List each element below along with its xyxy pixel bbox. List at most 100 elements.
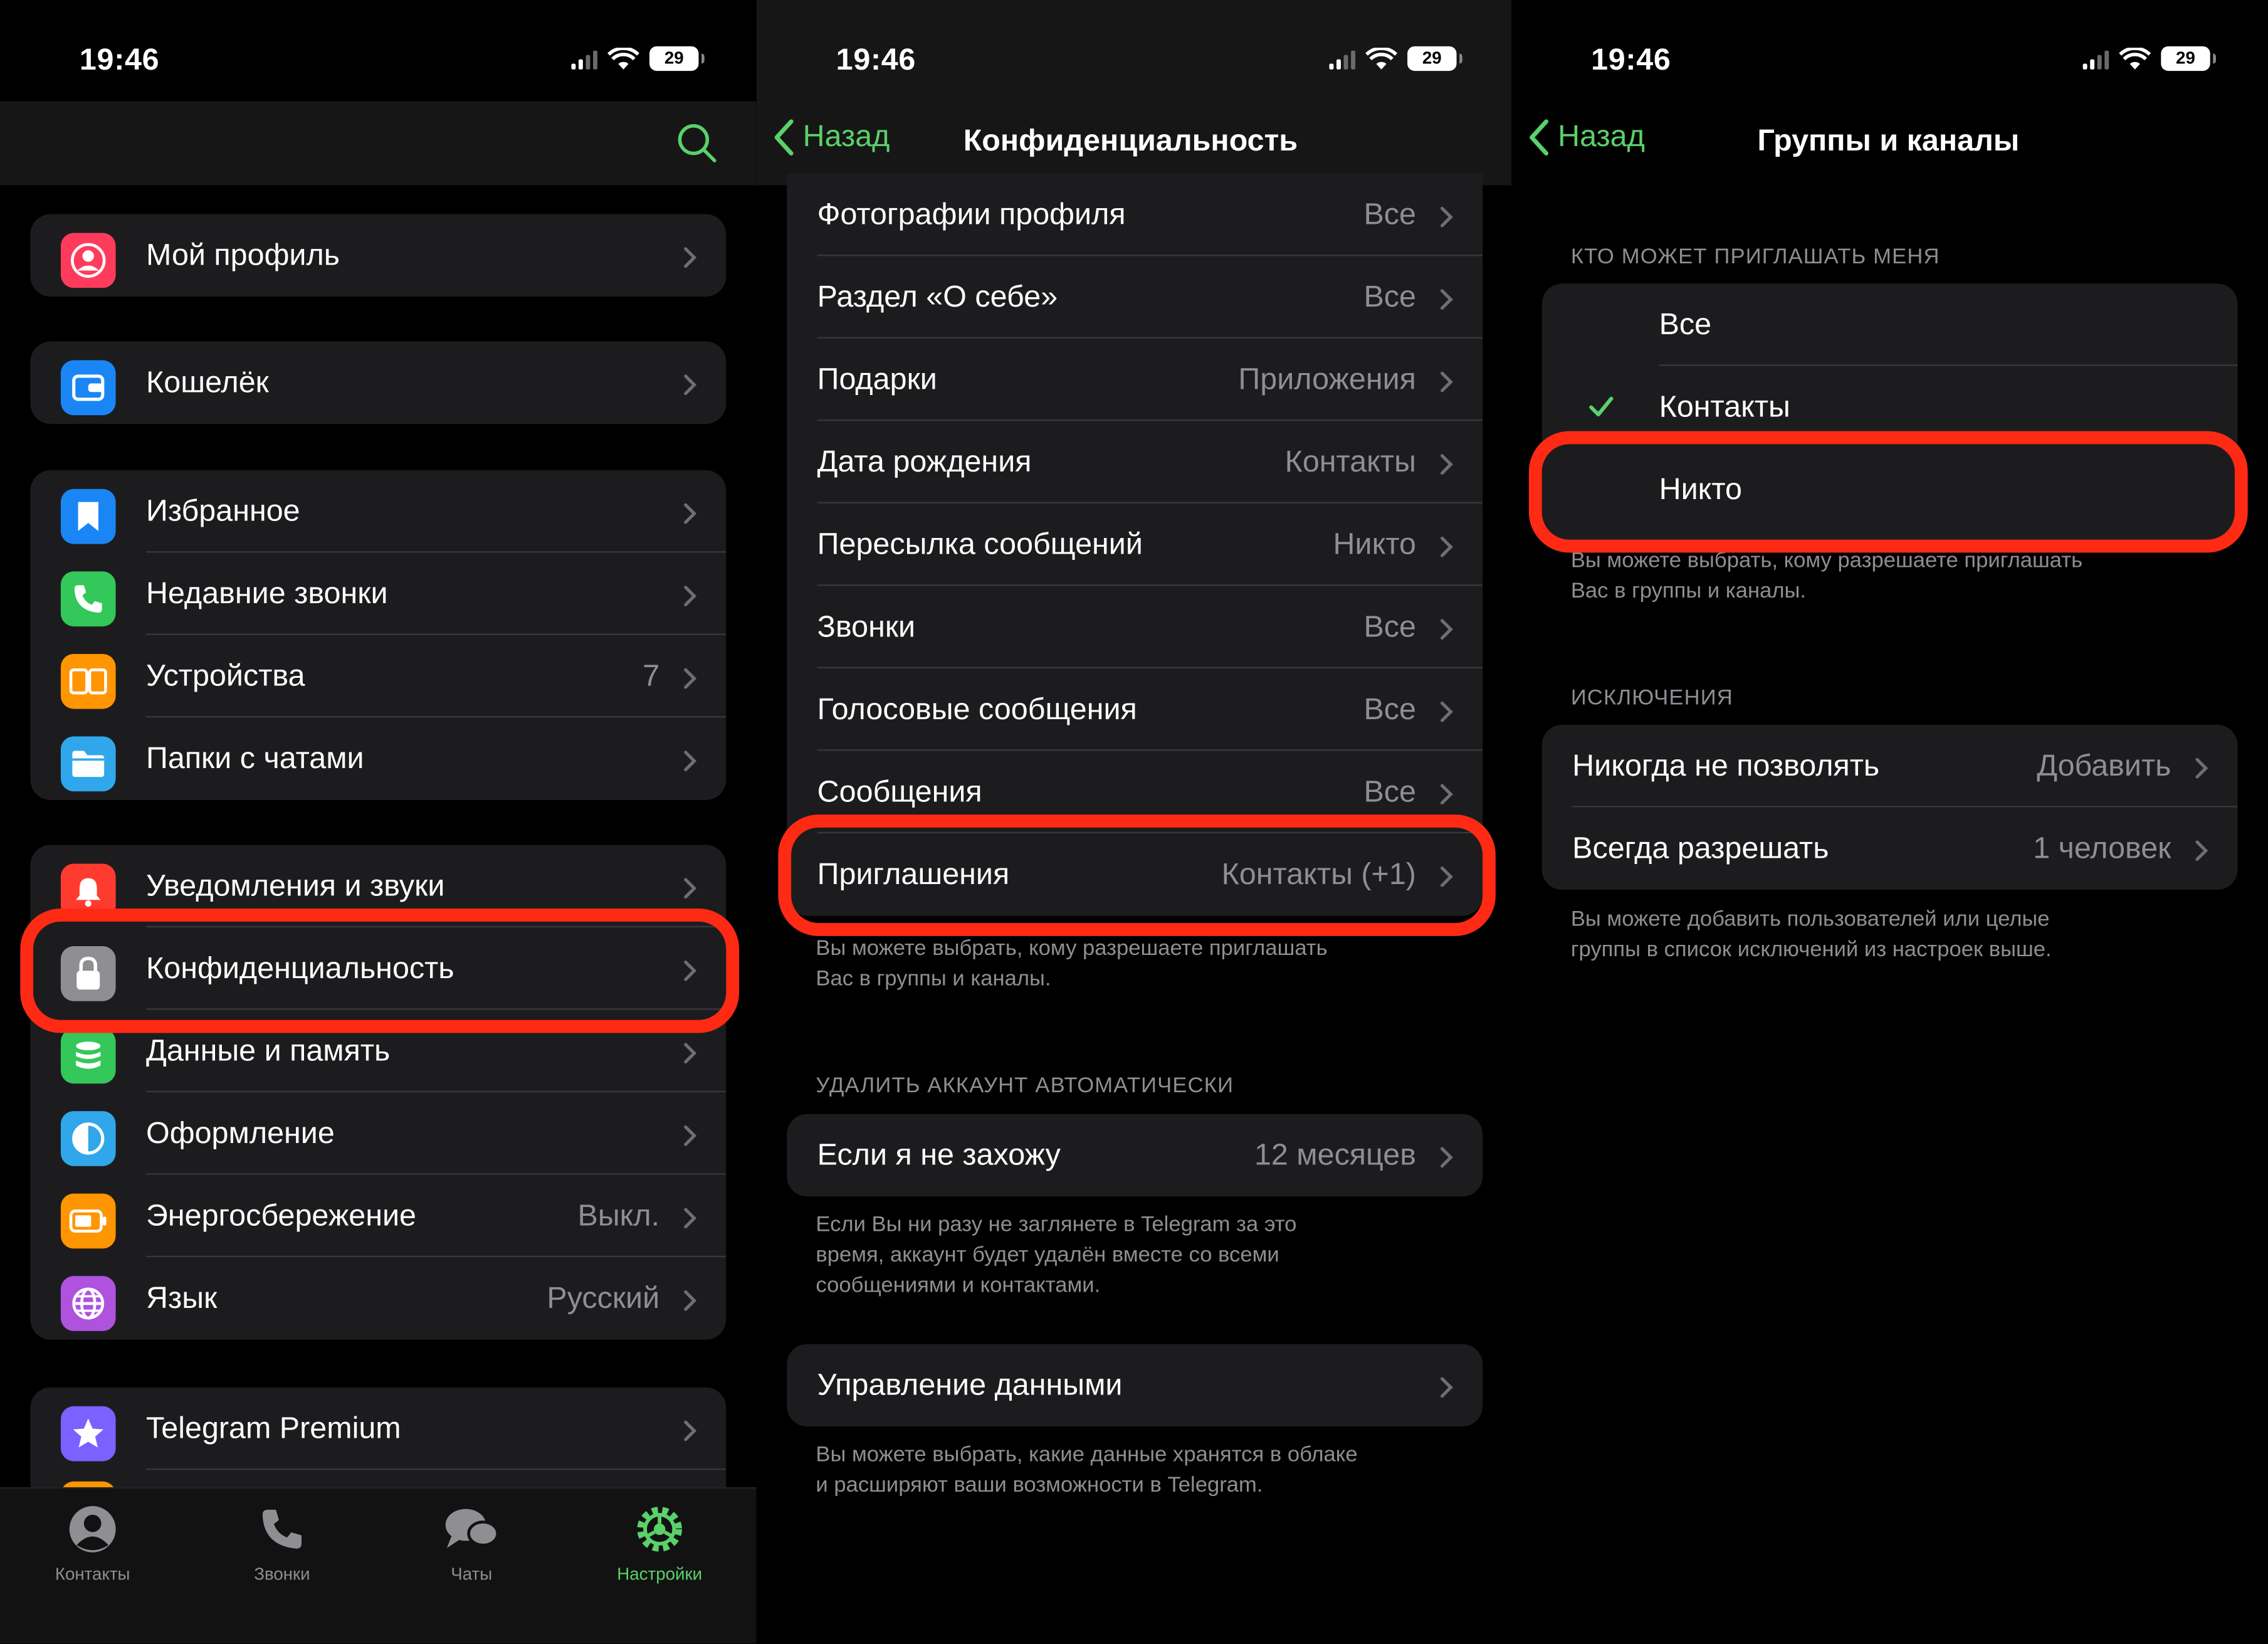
- exception-label: Никогда не позволять: [1572, 749, 1880, 782]
- privacy-row-label: Пересылка сообщений: [817, 527, 1143, 561]
- status-time: 19:46: [1591, 43, 1671, 77]
- privacy-navbar: Назад Конфиденциальность: [757, 102, 1511, 186]
- tab-contacts[interactable]: Контакты: [13, 1500, 172, 1584]
- chevron-right-icon: [1440, 1377, 1453, 1398]
- settings-item-power-saving[interactable]: Энергосбережение Выкл.: [30, 1175, 727, 1258]
- page-title: Группы и каналы: [1757, 124, 2020, 158]
- always-allow-row[interactable]: Всегда разрешать 1 человек: [1542, 808, 2238, 890]
- delete-account-group: Если я не захожу 12 месяцев: [787, 1114, 1483, 1197]
- data-management-label: Управление данными: [817, 1367, 1123, 1401]
- privacy-row-bio[interactable]: Раздел «О себе» Все: [787, 256, 1483, 339]
- chevron-right-icon: [684, 1043, 697, 1064]
- privacy-row-calls[interactable]: Звонки Все: [787, 586, 1483, 669]
- tab-settings[interactable]: Настройки: [580, 1500, 739, 1584]
- wallet-group: Кошелёк: [30, 341, 727, 424]
- privacy-row-label: Звонки: [817, 609, 916, 643]
- tab-chats[interactable]: Чаты: [392, 1500, 551, 1584]
- exceptions-footer: Вы можете добавить пользователей или цел…: [1570, 907, 2052, 962]
- privacy-row-label: Дата рождения: [817, 445, 1032, 478]
- option-nobody-label-overlay: Никто: [1659, 473, 1743, 507]
- chevron-right-icon: [1440, 784, 1453, 805]
- invites-highlight: [778, 814, 1496, 936]
- tab-bar: Контакты Звонки Чаты Настройки: [0, 1487, 757, 1644]
- folder-icon: [60, 736, 116, 792]
- status-bar: 19:46 29: [757, 0, 1511, 116]
- chevron-right-icon: [684, 247, 697, 268]
- settings-item-language[interactable]: Язык Русский: [30, 1257, 726, 1340]
- privacy-screen: 19:46 29 Назад Конфиденциальность Фотогр…: [756, 0, 1512, 1644]
- settings-item-label: Данные и память: [146, 1033, 391, 1067]
- auto-delete-row[interactable]: Если я не захожу 12 месяцев: [787, 1114, 1483, 1197]
- checkmark-icon: [1589, 396, 1614, 417]
- status-time: 19:46: [836, 43, 916, 77]
- back-button[interactable]: Назад: [774, 119, 890, 156]
- groups-channels-screen: 19:46 29 Назад Группы и каналы КТО МОЖЕТ…: [1511, 0, 2268, 1644]
- settings-item-wallet[interactable]: Кошелёк: [30, 342, 726, 424]
- battery-indicator: 29: [649, 46, 705, 71]
- auto-delete-label: Если я не захожу: [817, 1137, 1061, 1171]
- groups-navbar: Назад Группы и каналы: [1511, 102, 2268, 186]
- settings-screen: 19:46 29 Мой профиль Кошелёк Избранное Н…: [0, 0, 757, 1644]
- chevron-right-icon: [684, 503, 697, 524]
- data-management-group: Управление данными: [787, 1344, 1483, 1427]
- privacy-row-birthday[interactable]: Дата рождения Контакты: [787, 421, 1483, 503]
- back-button[interactable]: Назад: [1529, 119, 1645, 156]
- chevron-right-icon: [1440, 371, 1453, 393]
- chevron-right-icon: [684, 374, 697, 396]
- chevron-right-icon: [1440, 536, 1453, 557]
- wifi-icon: [2119, 46, 2151, 69]
- exception-label: Всегда разрешать: [1572, 831, 1829, 865]
- back-label: Назад: [802, 120, 890, 154]
- chevron-right-icon: [2195, 757, 2208, 779]
- data-management-row[interactable]: Управление данными: [787, 1344, 1483, 1427]
- invites-footer: Вы можете выбрать, кому разрешаете пригл…: [816, 935, 1328, 991]
- chevron-right-icon: [684, 878, 697, 899]
- settings-item-recent-calls[interactable]: Недавние звонки: [30, 552, 727, 635]
- privacy-row-gifts[interactable]: Подарки Приложения: [787, 339, 1483, 421]
- status-icons: 29: [2082, 46, 2216, 71]
- option-everybody[interactable]: Все: [1542, 283, 2238, 366]
- settings-item-label: Telegram Premium: [146, 1411, 401, 1445]
- nobody-highlight: [1528, 431, 2248, 553]
- signal-icon: [571, 48, 597, 69]
- chevron-right-icon: [2195, 840, 2208, 862]
- settings-item-chat-folders[interactable]: Папки с чатами: [30, 717, 726, 800]
- privacy-row-value: Все: [1363, 280, 1416, 314]
- chevron-right-icon: [1440, 289, 1453, 310]
- bookmark-icon: [60, 488, 116, 544]
- wifi-icon: [607, 46, 639, 69]
- settings-item-profile[interactable]: Мой профиль: [30, 214, 726, 297]
- settings-item-favorites[interactable]: Избранное: [30, 470, 727, 553]
- auto-delete-value: 12 месяцев: [1254, 1137, 1416, 1171]
- exceptions-header: ИСКЛЮЧЕНИЯ: [1570, 685, 1733, 710]
- chevron-right-icon: [1440, 206, 1453, 228]
- status-icons: 29: [1329, 46, 1462, 71]
- battery-indicator: 29: [1407, 46, 1462, 71]
- settings-item-premium[interactable]: Telegram Premium: [30, 1388, 727, 1470]
- privacy-row-label: Фотографии профиля: [817, 197, 1126, 231]
- privacy-row-value: Приложения: [1238, 362, 1416, 396]
- privacy-row-value: Все: [1363, 774, 1416, 808]
- never-allow-row[interactable]: Никогда не позволять Добавить: [1542, 725, 2238, 808]
- tab-calls[interactable]: Звонки: [202, 1500, 362, 1584]
- privacy-row-voice-messages[interactable]: Голосовые сообщения Все: [787, 668, 1483, 751]
- privacy-row-forwarding[interactable]: Пересылка сообщений Никто: [787, 503, 1483, 586]
- chevron-right-icon: [684, 1290, 697, 1311]
- chevron-right-icon: [1440, 454, 1453, 475]
- settings-item-label: Энергосбережение: [146, 1198, 416, 1232]
- privacy-row-value: Никто: [1333, 527, 1416, 561]
- privacy-row-profile-photos[interactable]: Фотографии профиля Все: [787, 174, 1483, 256]
- back-label: Назад: [1558, 120, 1645, 154]
- privacy-row-label: Сообщения: [817, 774, 982, 808]
- delete-account-footer: Если Вы ни разу не заглянете в Telegram …: [816, 1212, 1297, 1298]
- chevron-right-icon: [684, 751, 697, 772]
- chats-icon: [445, 1509, 500, 1548]
- status-bar: 19:46 29: [1511, 0, 2268, 116]
- settings-item-label: Папки с чатами: [146, 741, 364, 775]
- option-label: Контакты: [1659, 389, 1790, 423]
- settings-item-appearance[interactable]: Оформление: [30, 1092, 727, 1175]
- contacts-icon: [69, 1506, 116, 1552]
- profile-group: Мой профиль: [30, 214, 727, 297]
- settings-item-devices[interactable]: Устройства 7: [30, 635, 727, 718]
- search-icon[interactable]: [676, 122, 719, 165]
